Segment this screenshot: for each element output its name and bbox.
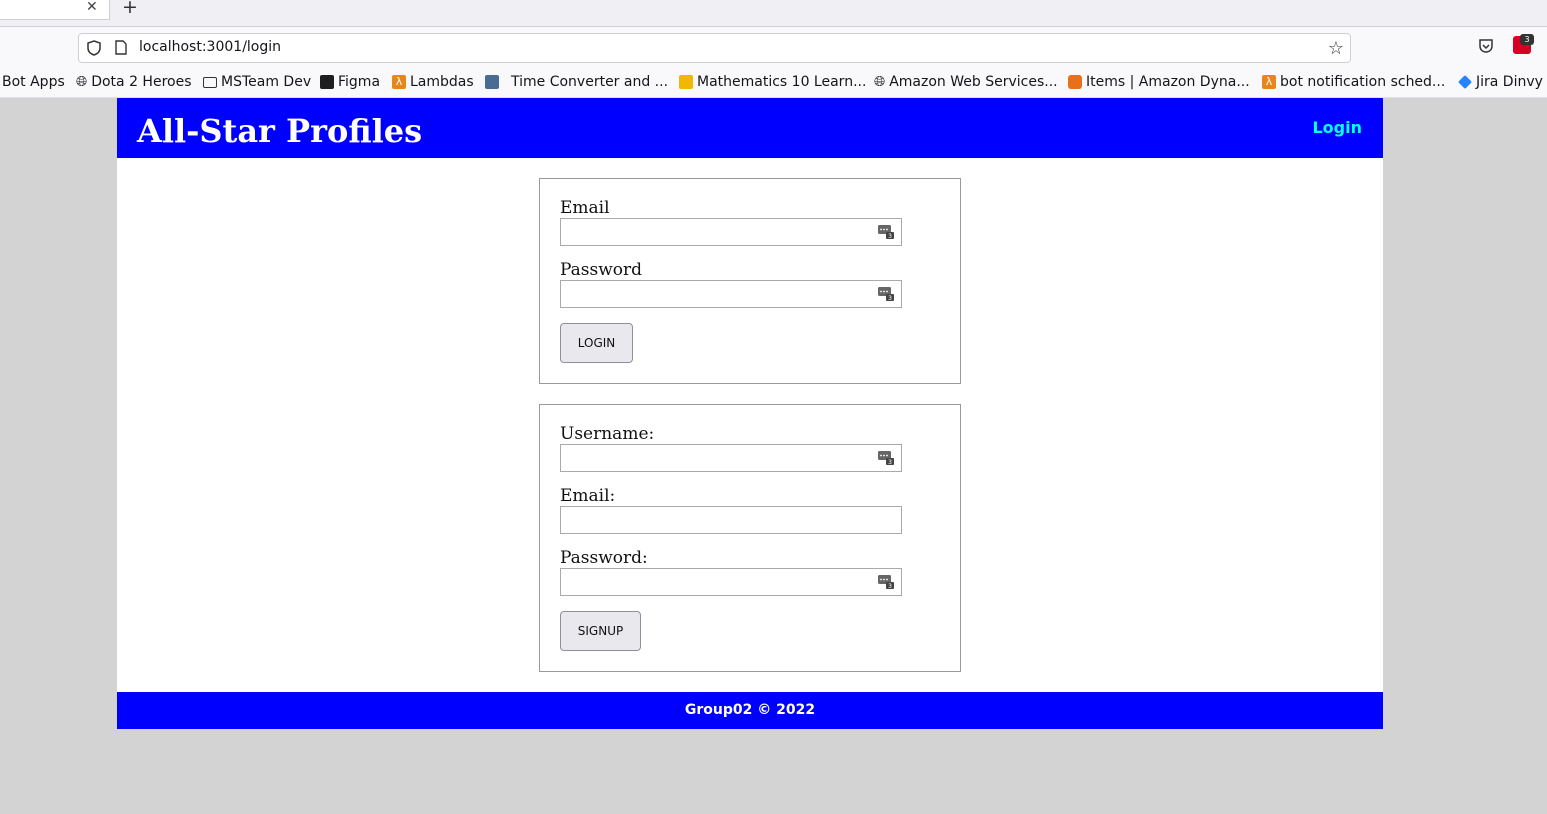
bookmark-item[interactable]: MSTeam Dev [203, 74, 311, 90]
bookmark-item[interactable]: λ Lambdas [392, 74, 474, 90]
bookmark-label: Jira Dinvy [1476, 74, 1543, 90]
close-tab-icon[interactable]: ✕ [86, 0, 98, 15]
signup-password-input[interactable] [560, 568, 902, 596]
password-manager-icon[interactable]: 3 [878, 287, 894, 301]
bookmark-item[interactable]: Items | Amazon Dyna... [1068, 74, 1250, 90]
bookmark-label: Amazon Web Services... [889, 74, 1058, 90]
globe-icon: 🌐︎ [76, 74, 88, 90]
site-header: All-Star Profiles Login [117, 98, 1383, 158]
pocket-icon[interactable] [1478, 38, 1494, 54]
folder-icon [203, 76, 217, 88]
nav-login-link[interactable]: Login [1312, 118, 1362, 137]
figma-icon [320, 75, 334, 89]
shield-icon[interactable] [87, 40, 101, 56]
bookmarks-bar: Bot Apps 🌐︎ Dota 2 Heroes MSTeam Dev Fig… [0, 69, 1547, 98]
signup-password-label: Password: [560, 548, 648, 568]
bookmark-star-icon[interactable]: ☆ [1328, 38, 1344, 59]
signup-username-input[interactable] [560, 444, 902, 472]
login-password-label: Password [560, 260, 643, 280]
bookmark-label: Time Converter and ... [511, 74, 669, 90]
page-icon[interactable] [115, 40, 127, 55]
bookmark-item[interactable]: Jira Dinvy [1458, 74, 1543, 90]
bookmark-label: Bot Apps [2, 74, 65, 90]
bookmark-item[interactable]: Mathematics 10 Learn... [679, 74, 866, 90]
signup-email-input[interactable] [560, 506, 902, 534]
browser-tab[interactable]: ✕ [0, 0, 110, 20]
bookmark-item[interactable]: 🌐︎ Dota 2 Heroes [76, 74, 192, 90]
login-button[interactable]: LOGIN [560, 323, 633, 363]
book-icon [679, 75, 693, 89]
jira-icon [1458, 75, 1472, 89]
bookmark-label: MSTeam Dev [221, 74, 312, 90]
dynamodb-icon [1068, 75, 1082, 89]
footer-text: Group02 © 2022 [684, 702, 816, 718]
bookmark-item[interactable]: λ bot notification sched... [1262, 74, 1445, 90]
bookmark-label: bot notification sched... [1280, 74, 1446, 90]
svg-text:3: 3 [888, 233, 892, 239]
bookmark-label: Mathematics 10 Learn... [697, 74, 867, 90]
aws-lambda-icon: λ [392, 75, 406, 89]
bookmark-label: Dota 2 Heroes [91, 74, 192, 90]
url-text[interactable]: localhost:3001/login [139, 39, 281, 55]
password-manager-icon[interactable]: 3 [878, 575, 894, 589]
browser-tabstrip: ✕ + [0, 0, 1547, 27]
bookmark-item[interactable]: Time Converter and ... [485, 74, 668, 90]
bookmark-item[interactable]: 🌐︎ Amazon Web Services... [874, 74, 1058, 90]
bookmark-label: Figma [338, 74, 381, 90]
signup-button[interactable]: SIGNUP [560, 611, 641, 651]
extension-badge: 3 [1520, 34, 1534, 45]
new-tab-icon[interactable]: + [122, 0, 138, 18]
bookmark-item[interactable]: Bot Apps [2, 74, 65, 90]
login-email-label: Email [560, 198, 610, 218]
login-email-input[interactable] [560, 218, 902, 246]
bookmark-item[interactable]: Figma [320, 74, 380, 90]
bookmark-label: Items | Amazon Dyna... [1086, 74, 1250, 90]
clock-icon [485, 75, 499, 89]
signup-form: Username: 3 Email: Password: 3 SIGNUP [539, 404, 961, 672]
bookmark-label: Lambdas [410, 74, 474, 90]
signup-email-label: Email: [560, 486, 616, 506]
globe-icon: 🌐︎ [874, 74, 886, 90]
site-footer: Group02 © 2022 [117, 692, 1383, 729]
login-form: Email 3 Password 3 LOGIN [539, 178, 961, 384]
svg-text:3: 3 [888, 583, 892, 589]
site-title: All-Star Profiles [137, 112, 423, 150]
browser-navbar: localhost:3001/login ☆ 3 [0, 27, 1547, 69]
login-password-input[interactable] [560, 280, 902, 308]
signup-username-label: Username: [560, 424, 655, 444]
svg-text:3: 3 [888, 295, 892, 301]
aws-lambda-icon: λ [1262, 75, 1276, 89]
url-bar[interactable]: localhost:3001/login ☆ [78, 33, 1351, 63]
password-manager-icon[interactable]: 3 [878, 225, 894, 239]
password-manager-icon[interactable]: 3 [878, 451, 894, 465]
svg-text:3: 3 [888, 459, 892, 465]
page-container: All-Star Profiles Login Email 3 Password… [117, 98, 1383, 729]
